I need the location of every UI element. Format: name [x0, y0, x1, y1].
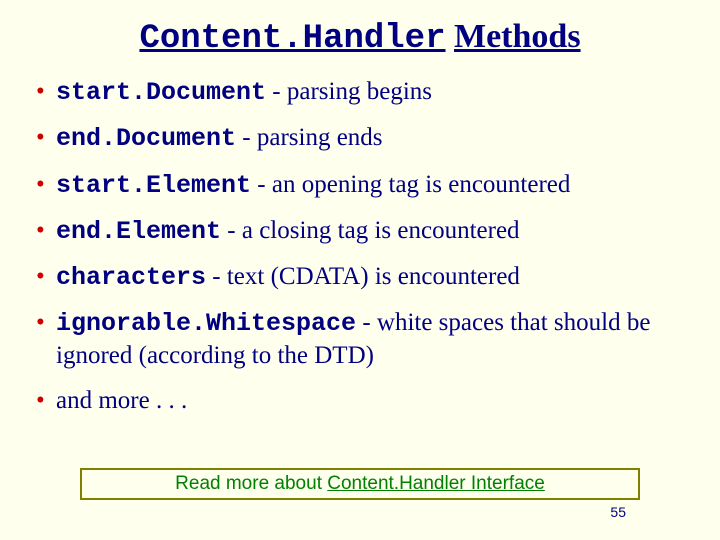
list-item: end.Document - parsing ends [36, 122, 690, 154]
method-desc: - an opening tag is encountered [251, 171, 570, 198]
method-name: characters [56, 263, 206, 292]
list-item: end.Element - a closing tag is encounter… [36, 215, 690, 247]
slide: Content.Handler Methods start.Document -… [0, 0, 720, 540]
method-name: ignorable.Whitespace [56, 309, 356, 338]
list-item: start.Element - an opening tag is encoun… [36, 169, 690, 201]
title-word: Methods [454, 18, 581, 55]
method-list: start.Document - parsing begins end.Docu… [30, 76, 690, 416]
method-name: start.Document [56, 78, 266, 107]
method-name: end.Document [56, 124, 236, 153]
list-item: start.Document - parsing begins [36, 76, 690, 108]
list-item: characters - text (CDATA) is encountered [36, 261, 690, 293]
method-name: end.Element [56, 217, 221, 246]
page-number: 55 [610, 504, 626, 520]
method-desc: - parsing begins [266, 78, 432, 105]
read-more-box: Read more about Content.Handler Interfac… [80, 468, 640, 500]
method-name: start.Element [56, 171, 251, 200]
and-more-text: and more . . . [56, 387, 187, 414]
slide-title: Content.Handler Methods [30, 18, 690, 58]
method-desc: - a closing tag is encountered [221, 217, 520, 244]
method-desc: - text (CDATA) is encountered [206, 263, 520, 290]
read-more-prefix: Read more about [175, 473, 327, 494]
title-classname: Content.Handler [139, 20, 445, 58]
read-more-link[interactable]: Content.Handler Interface [327, 473, 545, 494]
method-desc: - parsing ends [236, 124, 383, 151]
list-item-and-more: and more . . . [36, 385, 690, 416]
list-item: ignorable.Whitespace - white spaces that… [36, 307, 690, 371]
